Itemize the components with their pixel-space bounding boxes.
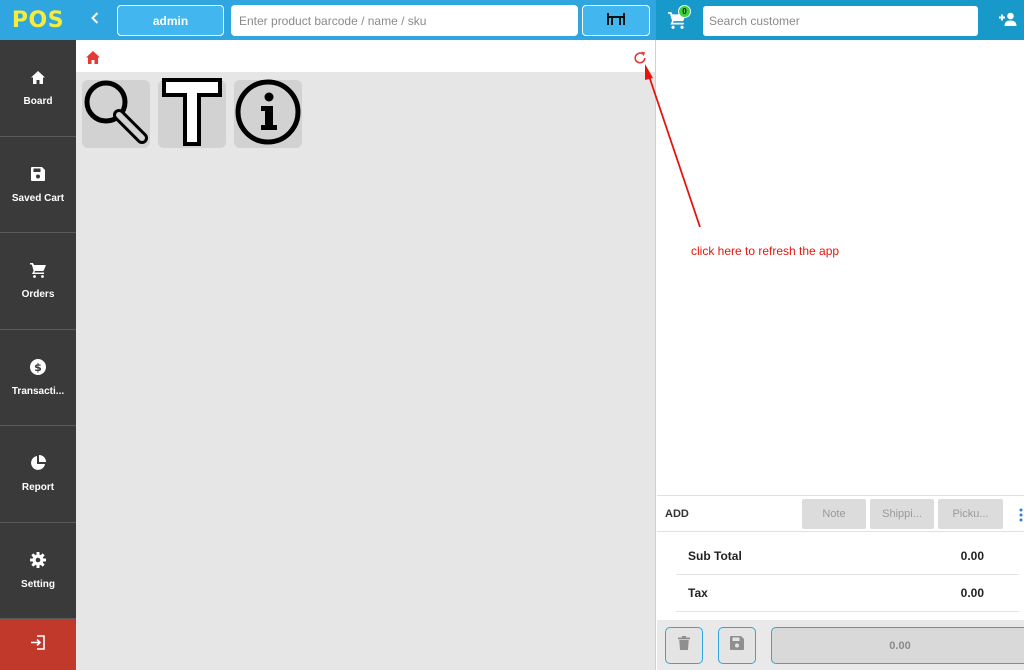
breadcrumb (76, 40, 655, 72)
user-button[interactable]: admin (117, 5, 224, 36)
sidebar-item-report[interactable]: Report (0, 426, 76, 523)
clear-cart-button[interactable] (665, 627, 703, 664)
main-panel (76, 40, 656, 670)
info-tile[interactable] (234, 78, 302, 151)
floppy-icon (730, 636, 744, 655)
sidebar-item-label: Saved Cart (11, 192, 65, 204)
sidebar-item-label: Report (21, 482, 55, 494)
sidebar-item-saved-cart[interactable]: Saved Cart (0, 137, 76, 233)
sidebar-item-setting[interactable]: Setting (0, 523, 76, 619)
sidebar-item-label: Transacti... (11, 385, 65, 397)
home-icon (29, 68, 47, 86)
text-tool-icon (158, 77, 226, 151)
pay-button[interactable]: 0.00 (771, 627, 1024, 664)
refresh-icon[interactable] (633, 51, 647, 65)
cart-actions: 0.00 (657, 620, 1024, 670)
annotation-text: click here to refresh the app (691, 244, 840, 258)
svg-text:$: $ (34, 361, 42, 374)
shipping-button[interactable]: Shippi... (870, 499, 934, 529)
customer-search-input[interactable] (703, 6, 978, 36)
trash-icon (678, 636, 690, 655)
tax-row: Tax 0.00 (676, 575, 1019, 612)
tax-label: Tax (688, 586, 708, 600)
sidebar-item-board[interactable]: Board (0, 40, 76, 137)
pickup-button[interactable]: Picku... (938, 499, 1003, 529)
gear-icon (29, 551, 47, 569)
tax-value: 0.00 (960, 586, 984, 600)
pie-chart-icon (29, 454, 47, 472)
logout-button[interactable] (0, 619, 76, 670)
logout-icon (30, 634, 46, 655)
table-icon (606, 10, 626, 31)
top-bar: admin (76, 0, 656, 40)
tool-tiles (82, 77, 302, 151)
product-search-input[interactable] (231, 5, 578, 36)
back-button[interactable] (86, 9, 104, 31)
text-tile[interactable] (158, 77, 226, 151)
note-button[interactable]: Note (802, 499, 866, 529)
save-cart-button[interactable] (718, 627, 756, 664)
dollar-icon: $ (29, 358, 47, 376)
info-icon (234, 78, 302, 151)
search-tile[interactable] (82, 80, 150, 148)
subtotal-value: 0.00 (960, 549, 984, 563)
chevron-left-icon (91, 11, 99, 29)
sidebar-item-orders[interactable]: Orders (0, 233, 76, 330)
floppy-icon (29, 165, 47, 183)
table-button[interactable] (582, 5, 650, 36)
cart-totals: Sub Total 0.00 Tax 0.00 (676, 538, 1019, 612)
add-label: ADD (665, 508, 689, 520)
customer-bar: 0 (656, 0, 1024, 40)
subtotal-label: Sub Total (688, 549, 742, 563)
sidebar-item-label: Board (23, 96, 53, 108)
more-vertical-icon[interactable] (1019, 508, 1023, 522)
cart-icon (29, 261, 47, 279)
logo-text: POS (11, 7, 65, 33)
sidebar-item-label: Setting (21, 578, 55, 590)
subtotal-row: Sub Total 0.00 (676, 538, 1019, 575)
sidebar-item-transactions[interactable]: $ Transacti... (0, 330, 76, 426)
app-logo[interactable]: POS (0, 0, 76, 40)
add-user-icon (997, 12, 1017, 31)
add-customer-button[interactable] (996, 11, 1018, 31)
home-icon[interactable] (86, 51, 100, 64)
sidebar: POS Board Saved Cart Orders $ Transacti.… (0, 0, 76, 670)
cart-count-badge: 0 (678, 5, 691, 18)
sidebar-item-label: Orders (21, 289, 55, 301)
cart-add-row: ADD Note Shippi... Picku... (657, 495, 1024, 532)
magnifier-icon (82, 78, 150, 151)
